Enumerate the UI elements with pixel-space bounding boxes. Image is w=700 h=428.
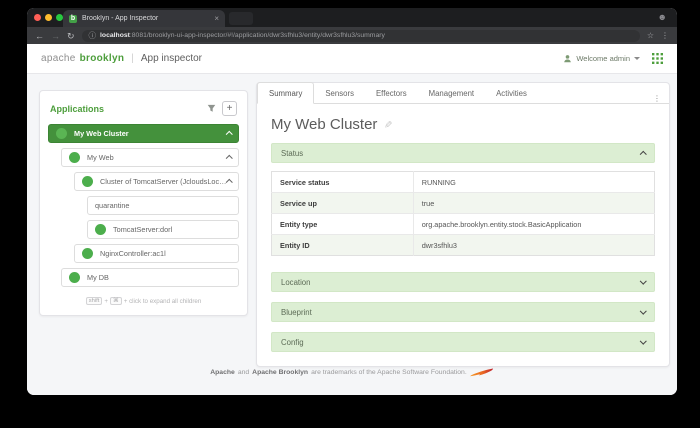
forward-icon[interactable]: → — [51, 31, 60, 41]
tab-close-icon[interactable]: × — [214, 15, 219, 23]
tree-node-quarantine[interactable]: quarantine — [87, 196, 239, 215]
user-icon — [563, 54, 572, 63]
site-info-icon[interactable]: ⓘ — [89, 30, 97, 41]
apps-grid-icon[interactable] — [652, 53, 663, 64]
status-table: Service status RUNNING Service up true E… — [271, 171, 655, 256]
chevron-up-icon — [226, 156, 232, 162]
chevron-down-icon — [634, 57, 640, 60]
tab-sensors[interactable]: Sensors — [314, 83, 365, 103]
tab-summary[interactable]: Summary — [257, 82, 314, 104]
status-dot-icon — [69, 272, 80, 283]
browser-window: b Brooklyn - App Inspector × ☻ ← → ↻ ⓘ l… — [27, 8, 677, 395]
status-dot-icon — [82, 176, 93, 187]
chevron-up-icon — [226, 180, 232, 186]
user-menu[interactable]: Welcome admin — [563, 54, 640, 63]
page-footer: Apache and Apache Brooklyn are trademark… — [27, 368, 677, 377]
brand-brooklyn: brooklyn — [80, 53, 125, 64]
tree-node-my-db[interactable]: My DB — [61, 268, 239, 287]
chevron-down-icon — [640, 307, 646, 313]
table-row: Entity type org.apache.brooklyn.entity.s… — [272, 214, 655, 235]
table-row: Service up true — [272, 193, 655, 214]
tab-management[interactable]: Management — [418, 83, 486, 103]
browser-menu-icon[interactable]: ⋮ — [661, 31, 669, 40]
status-dot-icon — [56, 128, 67, 139]
tab-title: Brooklyn - App Inspector — [82, 15, 209, 22]
entity-summary-panel: Summary Sensors Effectors Management Act… — [256, 82, 670, 367]
browser-tab-strip: b Brooklyn - App Inspector × ☻ — [27, 8, 677, 27]
chevron-down-icon — [640, 277, 646, 283]
add-application-button[interactable]: + — [222, 101, 237, 116]
section-blueprint[interactable]: Blueprint — [271, 302, 655, 322]
tabs-overflow-icon[interactable]: ⋮ — [645, 94, 669, 103]
section-location[interactable]: Location — [271, 272, 655, 292]
brooklyn-favicon-icon: b — [69, 15, 77, 23]
filter-icon[interactable] — [207, 104, 216, 113]
chevron-down-icon — [640, 337, 646, 343]
tree-node-nginxcontroller[interactable]: NginxController:ac1l — [74, 244, 239, 263]
screenshot: b Brooklyn - App Inspector × ☻ ← → ↻ ⓘ l… — [0, 0, 700, 428]
welcome-label: Welcome admin — [576, 54, 630, 63]
browser-tab[interactable]: b Brooklyn - App Inspector × — [63, 10, 225, 27]
entity-tabs: Summary Sensors Effectors Management Act… — [257, 83, 669, 104]
table-row: Service status RUNNING — [272, 172, 655, 193]
tree-node-my-web-cluster[interactable]: My Web Cluster — [48, 124, 239, 143]
reload-icon[interactable]: ↻ — [67, 31, 75, 41]
app-header: apache brooklyn | App inspector Welcome a… — [27, 44, 677, 74]
entity-title-row: My Web Cluster ✎ — [271, 116, 655, 133]
status-dot-icon — [69, 152, 80, 163]
edit-pencil-icon[interactable]: ✎ — [382, 120, 393, 128]
brand-apache: apache — [41, 53, 76, 64]
tab-effectors[interactable]: Effectors — [365, 83, 418, 103]
applications-sidebar: Applications + My Web Cluster My Web — [39, 90, 248, 316]
close-window-button[interactable] — [34, 14, 41, 21]
bookmark-star-icon[interactable]: ☆ — [647, 31, 654, 40]
new-tab-button[interactable] — [229, 12, 253, 25]
chevron-up-icon — [640, 151, 646, 157]
section-config[interactable]: Config — [271, 332, 655, 352]
back-icon[interactable]: ← — [35, 31, 44, 41]
tab-activities[interactable]: Activities — [485, 83, 538, 103]
tree-node-tomcatserver[interactable]: TomcatServer:dorl — [87, 220, 239, 239]
status-dot-icon — [82, 248, 93, 259]
window-controls[interactable] — [34, 14, 63, 21]
section-status[interactable]: Status — [271, 143, 655, 163]
chevron-up-icon — [226, 132, 232, 138]
zoom-window-button[interactable] — [56, 14, 63, 21]
page-content: apache brooklyn | App inspector Welcome a… — [27, 44, 677, 395]
browser-toolbar: ← → ↻ ⓘ localhost:8081/brooklyn-ui-app-i… — [27, 27, 677, 44]
applications-title: Applications — [50, 104, 104, 114]
browser-profile-icon[interactable]: ☻ — [658, 12, 667, 22]
entity-title: My Web Cluster — [271, 116, 377, 133]
tree-node-my-web[interactable]: My Web — [61, 148, 239, 167]
minimize-window-button[interactable] — [45, 14, 52, 21]
tree-node-tomcat-cluster[interactable]: Cluster of TomcatServer (JcloudsLocation… — [74, 172, 239, 191]
status-dot-icon — [95, 224, 106, 235]
brand-logo[interactable]: apache brooklyn | App inspector — [41, 53, 202, 64]
url-text: localhost:8081/brooklyn-ui-app-inspector… — [100, 32, 385, 39]
address-bar[interactable]: ⓘ localhost:8081/brooklyn-ui-app-inspect… — [82, 30, 640, 42]
workspace: Applications + My Web Cluster My Web — [27, 74, 677, 367]
table-row: Entity ID dwr3sfhlu3 — [272, 235, 655, 256]
app-name: App inspector — [141, 53, 202, 64]
brand-divider: | — [131, 53, 134, 64]
expand-hint: shift + ⌘ + click to expand all children — [48, 292, 239, 307]
apache-feather-icon — [470, 368, 494, 377]
